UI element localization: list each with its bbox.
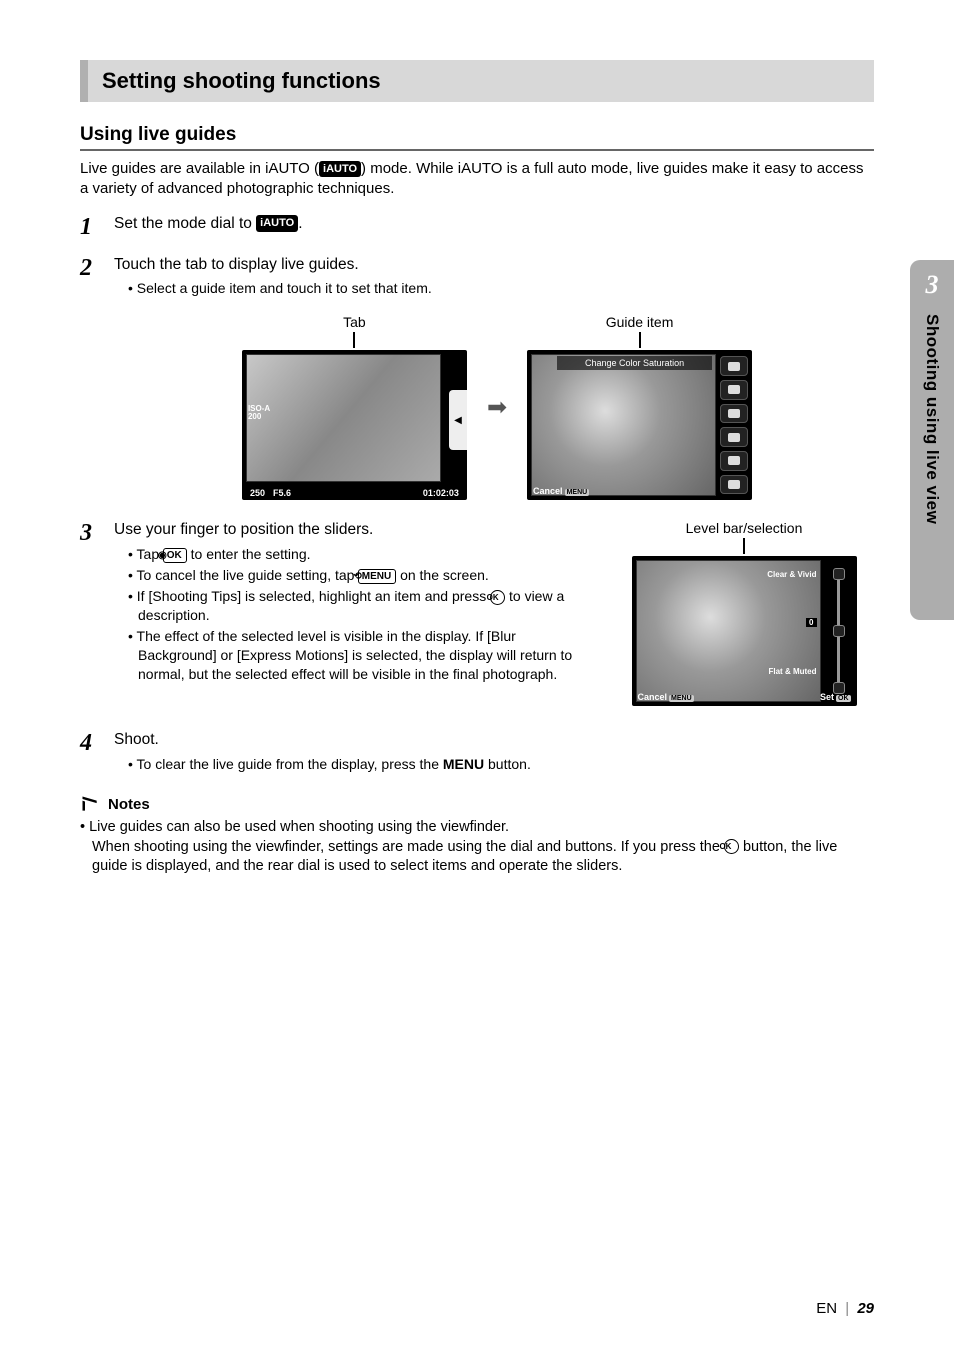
guide-option[interactable] bbox=[720, 356, 748, 376]
page-number: 29 bbox=[857, 1300, 874, 1317]
step-number: 1 bbox=[80, 214, 114, 241]
ok-icon: OK bbox=[490, 590, 505, 605]
guide-option[interactable] bbox=[720, 427, 748, 447]
ok-button-inline: ◉OK bbox=[163, 548, 187, 564]
step-2: 2 Touch the tab to display live guides. … bbox=[80, 255, 874, 301]
figure-row: Tab ISO-A200 250 F5.6 01:02:03 ➡ Guide i… bbox=[120, 314, 874, 500]
menu-button-inline: ⟲MENU bbox=[358, 569, 396, 585]
ok-icon: OK bbox=[724, 839, 739, 854]
menu-label: MENU bbox=[443, 756, 484, 772]
menu-icon: MENU bbox=[565, 489, 590, 496]
level-bar-callout: Level bar/selection bbox=[686, 520, 803, 536]
guide-option[interactable] bbox=[720, 475, 748, 495]
chapter-tab: 3 Shooting using live view bbox=[910, 260, 954, 620]
lcd-preview-1: ISO-A200 250 F5.6 01:02:03 bbox=[242, 350, 467, 500]
ok-icon: OK bbox=[836, 695, 851, 702]
notes-text: Live guides can also be used when shooti… bbox=[80, 818, 874, 877]
guide-option[interactable] bbox=[720, 451, 748, 471]
live-guide-tab[interactable] bbox=[449, 390, 467, 450]
section-heading: Setting shooting functions bbox=[80, 60, 874, 102]
lcd-preview-2: Change Color Saturation CancelMENU bbox=[527, 350, 752, 500]
step-1: 1 Set the mode dial to iAUTO. bbox=[80, 214, 874, 241]
lcd-preview-3: Clear & Vivid 0 Flat & Muted CancelMENU … bbox=[632, 556, 857, 706]
section-title: Setting shooting functions bbox=[102, 68, 381, 93]
step-number: 2 bbox=[80, 255, 114, 301]
guide-title: Change Color Saturation bbox=[557, 356, 712, 370]
notes-icon bbox=[80, 794, 100, 814]
notes-heading: Notes bbox=[80, 794, 874, 814]
chapter-number: 3 bbox=[926, 270, 939, 300]
guide-item-callout: Guide item bbox=[606, 314, 674, 330]
arrow-icon: ➡ bbox=[487, 393, 507, 422]
page-footer: EN | 29 bbox=[816, 1300, 874, 1317]
step-number: 4 bbox=[80, 730, 114, 776]
subheading: Using live guides bbox=[80, 124, 874, 151]
step-number: 3 bbox=[80, 520, 114, 685]
lang-code: EN bbox=[816, 1300, 837, 1317]
step-3: 3 Use your finger to position the slider… bbox=[80, 520, 592, 685]
intro-text: Live guides are available in iAUTO (iAUT… bbox=[80, 159, 874, 200]
menu-icon: MENU bbox=[669, 695, 694, 702]
iauto-chip: iAUTO bbox=[319, 161, 361, 178]
chapter-title: Shooting using live view bbox=[922, 314, 942, 524]
step-4: 4 Shoot. To clear the live guide from th… bbox=[80, 730, 874, 776]
iauto-chip: iAUTO bbox=[256, 215, 298, 232]
level-slider[interactable] bbox=[825, 568, 853, 694]
guide-option[interactable] bbox=[720, 380, 748, 400]
tab-callout: Tab bbox=[343, 314, 366, 330]
guide-option[interactable] bbox=[720, 404, 748, 424]
